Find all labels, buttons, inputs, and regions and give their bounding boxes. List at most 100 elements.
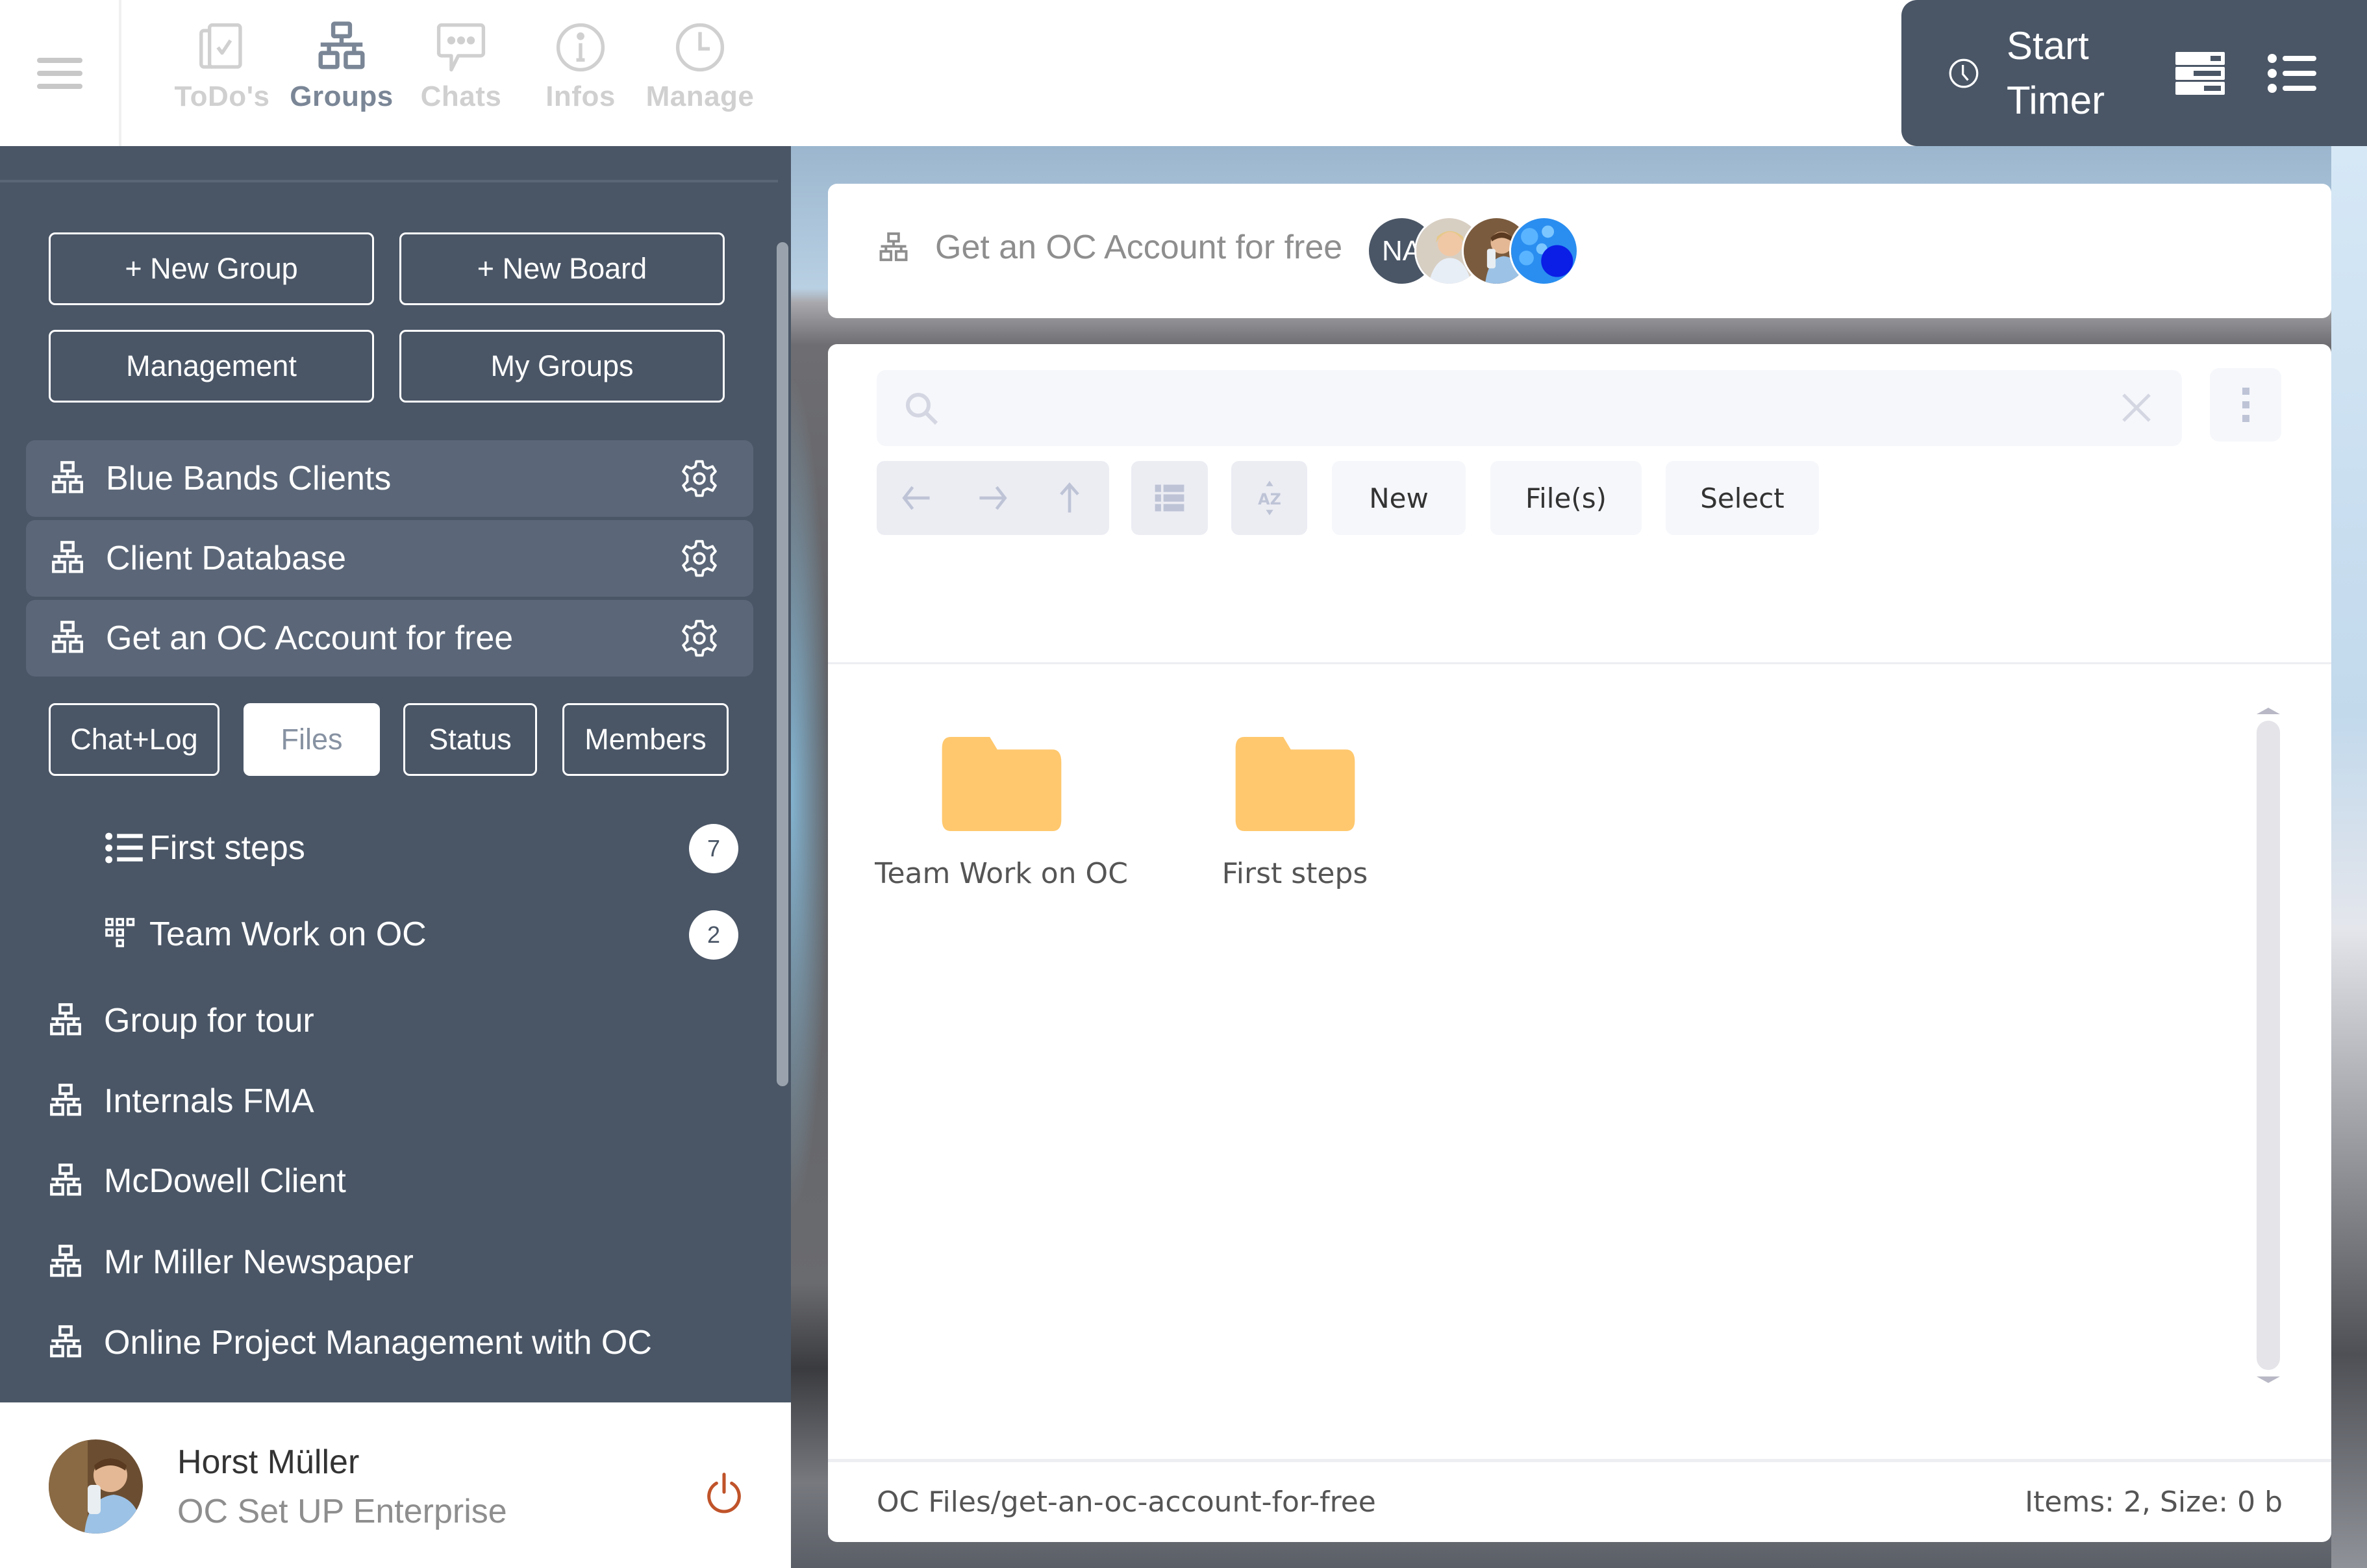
sidebar-group-online-project-management[interactable]: Online Project Management with OC [47,1313,652,1372]
background-glow [791,373,830,1217]
sidebar: + New Group + New Board Management My Gr… [0,146,791,1402]
start-timer-button[interactable]: Start Timer [1947,19,2123,128]
my-groups-button[interactable]: My Groups [399,330,725,403]
gear-icon[interactable] [679,618,720,658]
gear-icon[interactable] [679,458,720,499]
user-avatar[interactable] [49,1439,143,1534]
sidebar-group-internals-fma[interactable]: Internals FMA [47,1072,314,1130]
network-groups-icon [50,1164,81,1196]
gear-icon[interactable] [679,538,720,579]
nav-todos[interactable]: ToDo's [162,19,282,113]
sidebar-group-mr-miller-newspaper[interactable]: Mr Miller Newspaper [47,1233,414,1291]
upload-files-button[interactable]: File(s) [1490,461,1642,535]
sidebar-group-mcdowell-client[interactable]: McDowell Client [47,1152,346,1210]
up-arrow-icon[interactable] [1051,480,1088,516]
sidebar-group-get-an-oc-account[interactable]: Get an OC Account for free [26,600,753,677]
server-stack-icon[interactable] [2175,52,2225,95]
new-button[interactable]: New [1332,461,1466,535]
toolbar-divider [828,662,2331,664]
nav-manage-label: Manage [645,81,755,112]
management-button[interactable]: Management [49,330,374,403]
tab-files[interactable]: Files [244,703,380,776]
user-name: Horst Müller [177,1443,360,1481]
menu-button[interactable] [0,0,121,146]
network-groups-icon [52,461,83,493]
tab-status[interactable]: Status [403,703,537,776]
more-options-button[interactable] [2210,368,2281,442]
view-toggle-button[interactable] [1131,461,1208,535]
sidebar-scrollbar[interactable] [777,242,788,1086]
group-name: Internals FMA [104,1082,314,1120]
bulleted-list-icon[interactable] [2267,52,2316,95]
power-logout-icon[interactable] [705,1471,744,1516]
hamburger-icon [36,57,82,89]
sort-button[interactable]: AZ [1231,461,1307,535]
scroll-track[interactable] [2257,721,2280,1370]
start-timer-label: Start Timer [2007,23,2105,122]
forward-arrow-icon[interactable] [975,480,1011,516]
group-title: Get an OC Account for free [935,229,1343,266]
sidebar-group-blue-bands-clients[interactable]: Blue Bands Clients [26,440,753,517]
folder-name: First steps [1221,857,1368,890]
svg-text:AZ: AZ [1258,490,1281,508]
board-name: Team Work on OC [149,915,427,953]
files-scrollbar[interactable] [2257,708,2280,1383]
scroll-up-arrow[interactable] [2257,708,2280,714]
member-avatar-bubbles[interactable] [1509,216,1579,286]
folder-icon [1235,737,1355,831]
network-groups-icon [52,541,83,573]
nav-chats[interactable]: Chats [401,19,521,113]
new-board-button[interactable]: + New Board [399,232,725,305]
clock-icon [675,23,725,72]
network-groups-icon [50,1003,81,1036]
current-path[interactable]: OC Files/get-an-oc-account-for-free [877,1486,1376,1519]
files-panel: AZ New File(s) Select Team Work on OC Fi… [828,344,2331,1542]
sidebar-group-group-for-tour[interactable]: Group for tour [47,991,314,1050]
group-name: Online Project Management with OC [104,1324,652,1362]
group-name: Get an OC Account for free [106,619,514,657]
select-button[interactable]: Select [1666,461,1819,535]
scroll-down-arrow[interactable] [2257,1376,2280,1383]
folder-item[interactable]: Team Work on OC [865,737,1138,890]
group-name: Blue Bands Clients [106,460,392,497]
group-name: Mr Miller Newspaper [104,1243,414,1281]
list-view-icon [1155,484,1184,512]
search-input[interactable] [955,383,2059,433]
tab-chat-log[interactable]: Chat+Log [49,703,219,776]
network-groups-icon [318,21,365,69]
network-groups-icon [50,1325,81,1358]
sort-az-icon: AZ [1258,480,1281,516]
folder-item[interactable]: First steps [1158,737,1431,890]
nav-infos[interactable]: Infos [521,19,640,113]
list-icon [105,832,143,864]
nav-manage[interactable]: Manage [640,19,760,113]
network-groups-icon [52,621,83,653]
member-avatars: NA [1367,216,1579,286]
search-icon [906,393,938,425]
count-badge: 2 [689,910,738,960]
group-header-card: Get an OC Account for free NA [828,184,2331,318]
footer-divider [828,1459,2331,1462]
kebab-dot [2242,388,2249,395]
new-group-button[interactable]: + New Group [49,232,374,305]
board-item-first-steps[interactable]: First steps 7 [104,819,740,877]
group-name: McDowell Client [104,1162,346,1200]
board-name: First steps [149,829,305,867]
board-item-team-work[interactable]: Team Work on OC 2 [104,905,740,964]
nav-groups[interactable]: Groups [282,19,401,113]
kebab-dot [2242,415,2249,422]
kebab-dot [2242,401,2249,408]
tab-members[interactable]: Members [562,703,729,776]
back-arrow-icon[interactable] [898,480,934,516]
navigation-button-group [877,461,1109,535]
info-circle-icon [556,23,605,72]
count-badge: 7 [689,824,738,873]
board-grid-icon [105,917,135,947]
user-photo [49,1439,143,1534]
network-groups-icon [879,232,908,262]
user-panel: Horst Müller OC Set UP Enterprise [0,1402,791,1568]
sidebar-group-client-database[interactable]: Client Database [26,520,753,597]
nav-infos-label: Infos [545,81,616,112]
clear-search-icon[interactable] [2117,388,2156,427]
network-groups-icon [50,1245,81,1277]
